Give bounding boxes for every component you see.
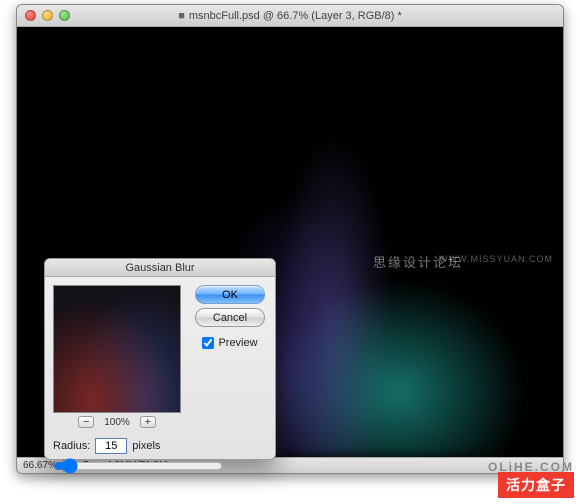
radius-slider[interactable] <box>53 458 223 474</box>
titlebar: ■ msnbcFull.psd @ 66.7% (Layer 3, RGB/8) … <box>17 5 563 27</box>
radius-row: Radius: pixels <box>53 438 267 454</box>
zoom-row: − 100% + <box>53 416 181 428</box>
close-button[interactable] <box>25 10 36 21</box>
minimize-button[interactable] <box>42 10 53 21</box>
gaussian-blur-dialog: Gaussian Blur − 100% + Radius: pixels OK… <box>44 258 276 460</box>
zoom-in-button[interactable]: + <box>140 416 156 428</box>
preview-thumbnail[interactable] <box>53 285 181 413</box>
window-title-text: msnbcFull.psd @ 66.7% (Layer 3, RGB/8) * <box>189 10 402 22</box>
radius-label: Radius: <box>53 440 90 452</box>
cancel-button[interactable]: Cancel <box>195 308 265 327</box>
preview-checkbox[interactable] <box>202 337 214 349</box>
radius-unit: pixels <box>132 440 160 452</box>
preview-label: Preview <box>218 337 257 349</box>
dialog-body: − 100% + Radius: pixels OK Cancel Previe… <box>45 277 275 485</box>
watermark-brand: 活力盒子 <box>498 472 574 498</box>
dialog-title: Gaussian Blur <box>45 259 275 277</box>
zoom-out-button[interactable]: − <box>78 416 94 428</box>
dialog-buttons: OK Cancel Preview <box>193 285 267 349</box>
watermark-url: WWW.MISSYUAN.COM <box>439 254 553 264</box>
ok-button[interactable]: OK <box>195 285 265 304</box>
window-title: ■ msnbcFull.psd @ 66.7% (Layer 3, RGB/8) … <box>17 10 563 22</box>
zoom-button[interactable] <box>59 10 70 21</box>
preview-row[interactable]: Preview <box>202 337 257 349</box>
radius-input[interactable] <box>95 438 127 454</box>
traffic-lights <box>17 10 70 21</box>
zoom-percent: 100% <box>104 417 130 428</box>
unsaved-icon: ■ <box>178 10 185 22</box>
